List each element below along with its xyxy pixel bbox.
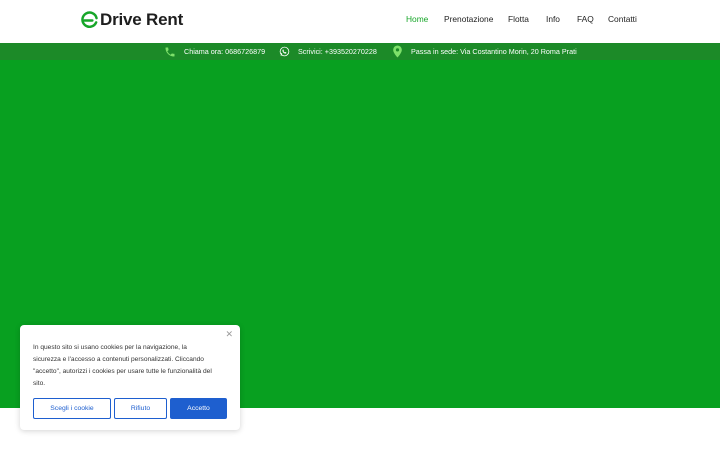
cookie-line: sito. [33,380,46,387]
nav-item-prenotazione[interactable]: Prenotazione [444,14,493,24]
site-header: Drive Rent Home Prenotazione Flotta Info… [0,0,720,43]
phone-text: Chiama ora: 0686726879 [184,47,266,56]
cookie-line: "accetto", autorizzi i cookies per usare… [33,368,212,375]
nav-item-flotta[interactable]: Flotta [508,14,529,24]
whatsapp-text: Scrivici: +393520270228 [298,47,377,56]
address-text: Passa in sede: Via Costantino Morin, 20 … [411,47,577,56]
contact-infobar: Chiama ora: 0686726879 Scrivici: +393520… [0,43,720,60]
phone-icon [165,47,175,56]
cookie-banner: ✕ In questo sito si usano cookies per la… [20,325,240,430]
nav-item-home[interactable]: Home [406,14,428,24]
whatsapp-icon [279,46,290,57]
nav-item-contatti[interactable]: Contatti [608,14,637,24]
whatsapp-info[interactable]: Scrivici: +393520270228 [279,43,377,60]
close-icon[interactable]: ✕ [225,329,233,340]
main-nav: Home Prenotazione Flotta Info FAQ Contat… [0,14,720,28]
cookie-message: In questo sito si usano cookies per la n… [33,342,229,390]
phone-info[interactable]: Chiama ora: 0686726879 [164,43,265,60]
reject-button[interactable]: Rifiuto [114,398,167,419]
cookie-line: sicurezza e l'accesso a contenuti person… [33,356,204,363]
map-pin-icon [393,45,402,58]
nav-item-faq[interactable]: FAQ [577,14,594,24]
choose-cookies-button[interactable]: Scegli i cookie [33,398,111,419]
nav-item-info[interactable]: Info [546,14,560,24]
address-info[interactable]: Passa in sede: Via Costantino Morin, 20 … [392,43,577,60]
cookie-line: In questo sito si usano cookies per la n… [33,344,187,351]
accept-button[interactable]: Accetto [170,398,227,419]
